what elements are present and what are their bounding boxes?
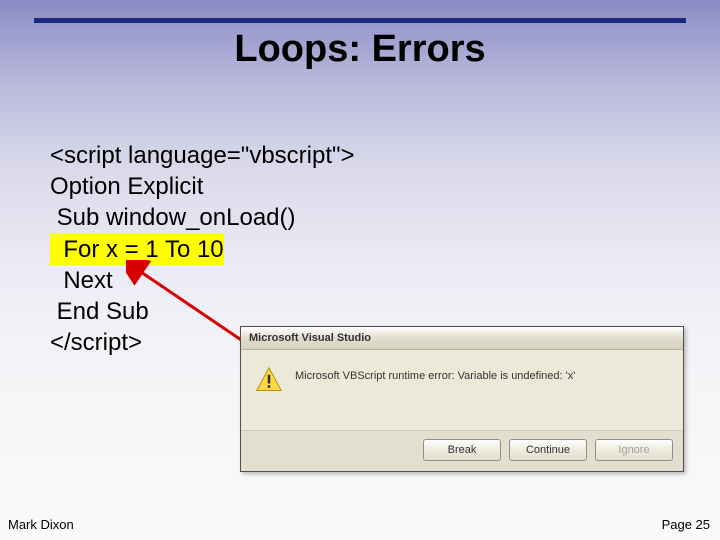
code-line: Next (50, 265, 355, 296)
slide-title: Loops: Errors (0, 28, 720, 71)
code-line-highlight: For x = 1 To 10 (50, 234, 355, 265)
footer-page: Page 25 (662, 517, 710, 532)
highlight-span: For x = 1 To 10 (50, 234, 224, 265)
code-line: <script language="vbscript"> (50, 140, 355, 171)
slide-top-rule (34, 18, 686, 23)
dialog-titlebar: Microsoft Visual Studio (241, 327, 683, 350)
dialog-body: Microsoft VBScript runtime error: Variab… (241, 350, 683, 430)
code-line: End Sub (50, 296, 355, 327)
continue-button[interactable]: Continue (509, 439, 587, 461)
code-line: Option Explicit (50, 171, 355, 202)
warning-icon (255, 366, 283, 394)
dialog-button-row: Break Continue Ignore (241, 430, 683, 471)
dialog-message: Microsoft VBScript runtime error: Variab… (295, 366, 575, 382)
code-line: Sub window_onLoad() (50, 202, 355, 233)
error-dialog: Microsoft Visual Studio Microsoft VBScri… (240, 326, 684, 472)
break-button[interactable]: Break (423, 439, 501, 461)
ignore-button[interactable]: Ignore (595, 439, 673, 461)
footer-author: Mark Dixon (8, 517, 74, 532)
